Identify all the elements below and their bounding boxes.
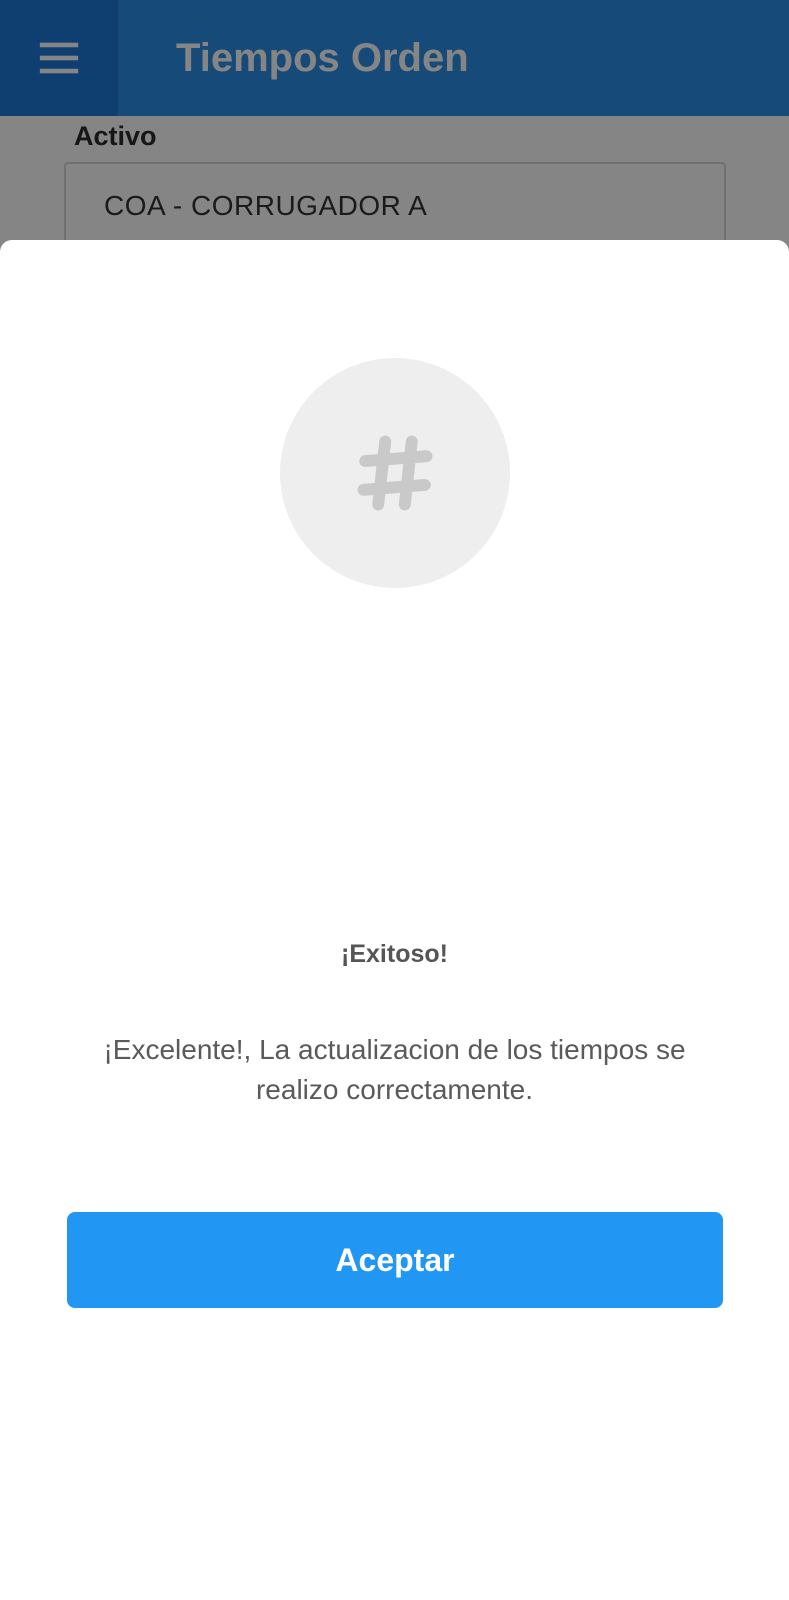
- success-dialog: ¡Exitoso! ¡Excelente!, La actualizacion …: [0, 240, 789, 1600]
- icon-circle: [280, 358, 510, 588]
- accept-button[interactable]: Aceptar: [67, 1212, 723, 1308]
- dialog-message: ¡Excelente!, La actualizacion de los tie…: [103, 1034, 686, 1105]
- hashtag-icon: [357, 435, 433, 511]
- dialog-title: ¡Exitoso!: [341, 940, 448, 968]
- screen: Tiempos Orden Activo COA - CORRUGADOR A …: [0, 0, 789, 1600]
